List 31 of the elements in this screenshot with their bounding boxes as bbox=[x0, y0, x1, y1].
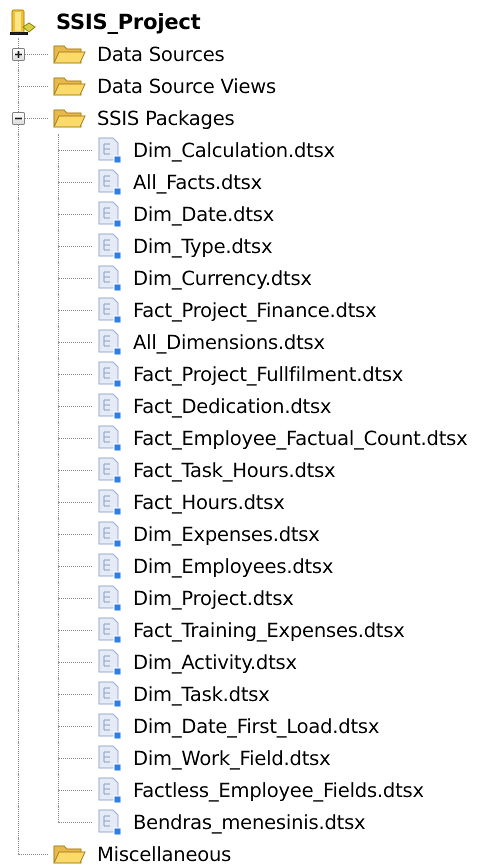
expand-button[interactable] bbox=[12, 48, 25, 61]
tree-item[interactable]: Dim_Type.dtsx bbox=[131, 232, 274, 260]
project-icon bbox=[8, 7, 38, 37]
tree-item[interactable]: Factless_Employee_Fields.dtsx bbox=[131, 776, 426, 804]
tree-item[interactable]: SSIS_Project bbox=[54, 8, 202, 36]
plus-icon bbox=[14, 50, 23, 59]
tree-item[interactable]: Dim_Task.dtsx bbox=[131, 680, 272, 708]
tree-item[interactable]: Dim_Project.dtsx bbox=[131, 584, 296, 612]
tree-item[interactable]: Dim_Calculation.dtsx bbox=[131, 136, 337, 164]
tree-item[interactable]: Data Source Views bbox=[95, 72, 278, 100]
tree-item[interactable]: Dim_Date_First_Load.dtsx bbox=[131, 712, 382, 740]
tree-item[interactable]: All_Dimensions.dtsx bbox=[131, 328, 327, 356]
tree-item[interactable]: Dim_Date.dtsx bbox=[131, 200, 276, 228]
tree-item[interactable]: Miscellaneous bbox=[95, 840, 234, 868]
tree-item[interactable]: Fact_Project_Finance.dtsx bbox=[131, 296, 378, 324]
tree-item[interactable]: Fact_Dedication.dtsx bbox=[131, 392, 334, 420]
tree-item[interactable]: Dim_Work_Field.dtsx bbox=[131, 744, 332, 772]
tree-item[interactable]: Dim_Expenses.dtsx bbox=[131, 520, 322, 548]
tree-item[interactable]: All_Facts.dtsx bbox=[131, 168, 264, 196]
tree-item[interactable]: Fact_Project_Fullfilment.dtsx bbox=[131, 360, 406, 388]
tree-item[interactable]: Fact_Task_Hours.dtsx bbox=[131, 456, 338, 484]
tree-item[interactable]: Bendras_menesinis.dtsx bbox=[131, 808, 368, 836]
tree-item[interactable]: Dim_Activity.dtsx bbox=[131, 648, 299, 676]
tree-item[interactable]: Dim_Employees.dtsx bbox=[131, 552, 336, 580]
collapse-button[interactable] bbox=[12, 112, 25, 125]
tree-item[interactable]: Fact_Training_Expenses.dtsx bbox=[131, 616, 407, 644]
tree-item[interactable]: Fact_Employee_Factual_Count.dtsx bbox=[131, 424, 470, 452]
tree-item[interactable]: Data Sources bbox=[95, 40, 226, 68]
tree-item[interactable]: Fact_Hours.dtsx bbox=[131, 488, 287, 516]
tree-item[interactable]: Dim_Currency.dtsx bbox=[131, 264, 314, 292]
tree-item[interactable]: SSIS Packages bbox=[95, 104, 236, 132]
